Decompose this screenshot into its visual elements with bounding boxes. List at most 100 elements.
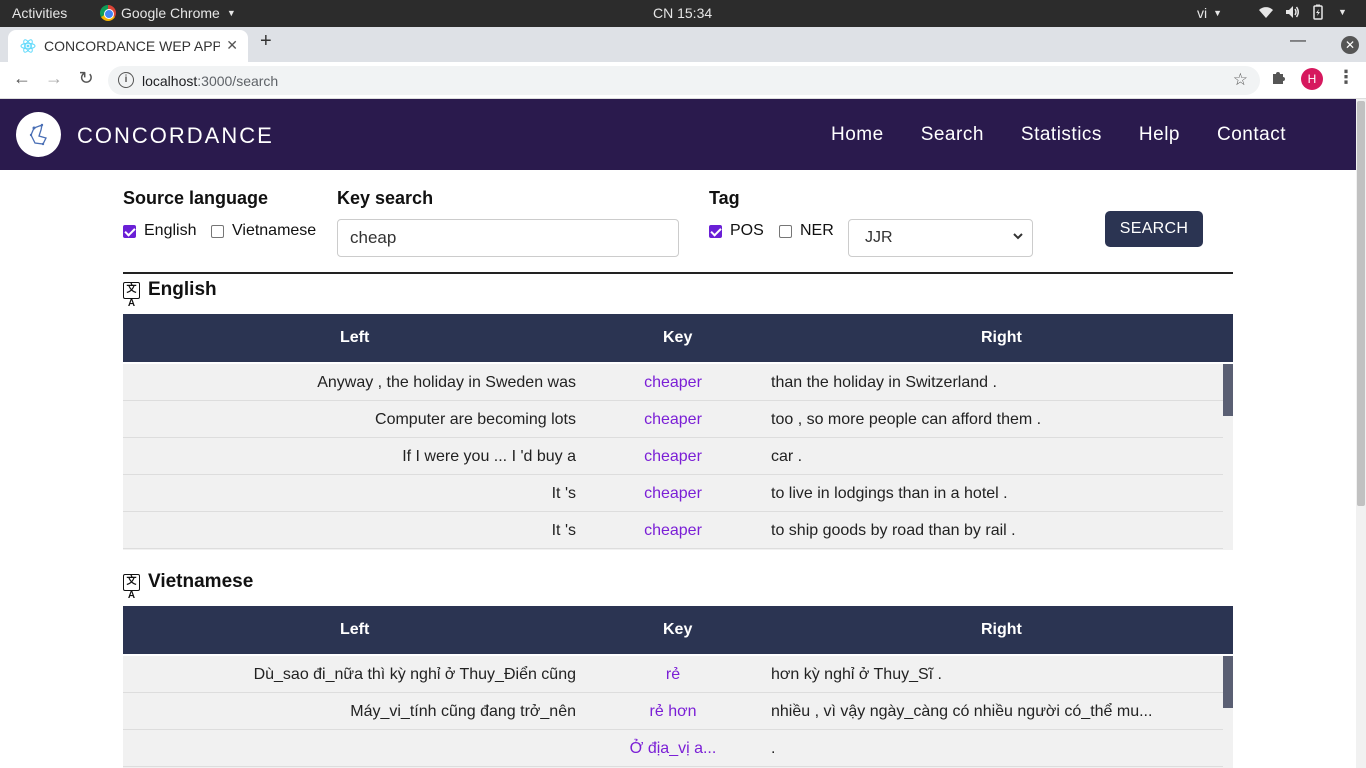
row-left: It 's [551, 485, 576, 502]
forward-arrow-icon[interactable]: → [42, 68, 66, 89]
vietnamese-checkbox[interactable]: Vietnamese [211, 222, 316, 240]
address-bar[interactable]: i localhost:3000/search ☆ [108, 66, 1260, 95]
url-path: :3000/search [197, 73, 279, 89]
english-checkbox-label: English [144, 222, 197, 239]
row-right: too , so more people can afford them . [771, 411, 1042, 428]
reload-icon[interactable]: ↻ [74, 68, 98, 89]
tab-close-icon[interactable]: ✕ [226, 37, 238, 54]
bookmark-star-icon[interactable]: ☆ [1233, 70, 1248, 90]
header-right: Right [981, 621, 1022, 638]
tag-select[interactable]: JJR [848, 219, 1033, 257]
row-right: to ship goods by road than by rail . [771, 522, 1016, 539]
window-close-button[interactable]: ✕ [1341, 36, 1359, 54]
table-row[interactable]: It 's cheaper to ship goods by road than… [123, 512, 1233, 549]
url-text: localhost:3000/search [142, 73, 278, 89]
source-language-label: Source language [123, 188, 269, 208]
table-row[interactable]: Máy_vi_tính cũng đang trở_nên rẻ hơn nhi… [123, 693, 1233, 730]
nav-link-help[interactable]: Help [1139, 124, 1180, 146]
row-right: car . [771, 448, 803, 465]
app-menu-label: Google Chrome [121, 5, 220, 21]
table-row[interactable]: If I were you ... I 'd buy a cheaper car… [123, 438, 1233, 475]
nav-link-search[interactable]: Search [921, 124, 984, 146]
vietnamese-table-scrollbar[interactable] [1223, 656, 1233, 768]
browser-menu-icon[interactable]: ⋮ [1337, 67, 1355, 88]
tag-label: Tag [709, 188, 740, 208]
pos-checkbox-label: POS [730, 222, 764, 239]
row-left: If I were you ... I 'd buy a [402, 448, 576, 465]
table-row[interactable]: It 's cheaper to live in lodgings than i… [123, 475, 1233, 512]
key-search-label: Key search [337, 188, 434, 208]
row-right: hơn kỳ nghỉ ở Thuy_Sĩ . [771, 666, 942, 683]
translate-icon: 文A [123, 281, 140, 309]
row-key[interactable]: cheaper [593, 522, 753, 540]
caret-down-icon: ▼ [1338, 7, 1347, 17]
tag-select-value: JJR [865, 229, 893, 246]
clock[interactable]: CN 15:34 [653, 5, 712, 21]
vietnamese-checkbox-box[interactable] [211, 224, 224, 238]
profile-avatar[interactable]: H [1301, 68, 1323, 90]
back-arrow-icon[interactable]: ← [10, 68, 34, 89]
nav-links: Home Search Statistics Help Contact [831, 124, 1286, 146]
row-right: nhiều , vì vậy ngày_càng có nhiều người … [771, 703, 1153, 720]
english-table-scrollbar[interactable] [1223, 364, 1233, 550]
nav-link-statistics[interactable]: Statistics [1021, 124, 1102, 146]
nav-link-home[interactable]: Home [831, 124, 884, 146]
caret-down-icon: ▼ [226, 8, 236, 18]
input-language-menu[interactable]: vi ▼ [1197, 5, 1222, 21]
row-key[interactable]: cheaper [593, 374, 753, 392]
english-checkbox[interactable]: English [123, 222, 196, 240]
system-tray[interactable]: ▼ [1258, 4, 1347, 20]
activities-button[interactable]: Activities [12, 5, 67, 21]
logo[interactable] [16, 112, 61, 157]
tab-strip: CONCORDANCE WEP APP ✕ [0, 27, 1366, 62]
row-key[interactable]: Ở địa_vị a... [593, 740, 753, 758]
header-key: Key [663, 329, 693, 346]
row-left: Máy_vi_tính cũng đang trở_nên [350, 703, 576, 720]
header-left: Left [340, 621, 370, 638]
table-row[interactable]: Dù_sao đi_nữa thì kỳ nghỉ ở Thuy_Điển cũ… [123, 656, 1233, 693]
row-left: Anyway , the holiday in Sweden was [317, 374, 576, 391]
divider [123, 272, 1233, 274]
ner-checkbox[interactable]: NER [779, 222, 834, 240]
ner-checkbox-box[interactable] [779, 224, 792, 238]
table-row[interactable]: Anyway , the holiday in Sweden was cheap… [123, 364, 1233, 401]
volume-icon [1284, 4, 1300, 20]
new-tab-button[interactable]: + [260, 30, 272, 53]
table-header: Left Key Right [123, 314, 1233, 362]
table-row[interactable]: Ở địa_vị a... . [123, 730, 1233, 767]
scrollbar-thumb[interactable] [1223, 364, 1233, 416]
row-key[interactable]: cheaper [593, 411, 753, 429]
app-menu[interactable]: Google Chrome ▼ [100, 5, 236, 21]
table-row[interactable]: Computer are becoming lots cheaper too ,… [123, 401, 1233, 438]
extensions-puzzle-icon[interactable] [1270, 68, 1288, 91]
header-right: Right [981, 329, 1022, 346]
page-scrollbar-thumb[interactable] [1357, 101, 1365, 506]
nav-link-contact[interactable]: Contact [1217, 124, 1286, 146]
site-info-icon[interactable]: i [118, 72, 134, 88]
caret-down-icon: ▼ [1213, 8, 1223, 18]
row-right: to live in lodgings than in a hotel . [771, 485, 1008, 502]
row-key[interactable]: rẻ [593, 666, 753, 684]
row-key[interactable]: cheaper [593, 485, 753, 503]
row-key[interactable]: cheaper [593, 448, 753, 466]
wifi-icon [1258, 4, 1274, 20]
english-section-label: English [148, 279, 217, 300]
row-left: Computer are becoming lots [375, 411, 576, 428]
browser-tab[interactable]: CONCORDANCE WEP APP ✕ [8, 30, 248, 62]
page-scrollbar[interactable] [1356, 99, 1366, 768]
key-search-input[interactable] [337, 219, 679, 257]
window-minimize-button[interactable]: — [1290, 32, 1306, 50]
pos-checkbox[interactable]: POS [709, 222, 764, 240]
translate-icon: 文A [123, 573, 140, 601]
brand-name[interactable]: CONCORDANCE [77, 123, 274, 149]
row-key[interactable]: rẻ hơn [593, 703, 753, 721]
english-checkbox-box[interactable] [123, 224, 136, 238]
scrollbar-thumb[interactable] [1223, 656, 1233, 708]
os-top-bar: Activities Google Chrome ▼ CN 15:34 vi ▼… [0, 0, 1366, 27]
search-button[interactable]: SEARCH [1105, 211, 1203, 247]
react-favicon-icon [20, 38, 36, 54]
browser-toolbar: ← → ↻ i localhost:3000/search ☆ [0, 62, 1366, 99]
battery-icon [1310, 4, 1326, 20]
chrome-icon [100, 5, 116, 21]
pos-checkbox-box[interactable] [709, 224, 722, 238]
